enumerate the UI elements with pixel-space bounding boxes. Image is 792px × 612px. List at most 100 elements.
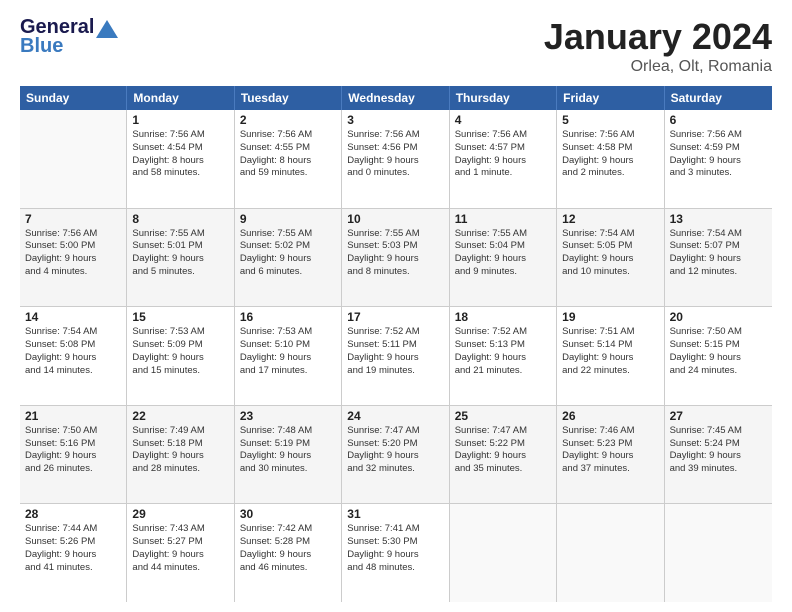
cell-info-line: Sunset: 5:24 PM bbox=[670, 438, 767, 451]
day-number: 23 bbox=[240, 409, 336, 423]
logo: General Blue bbox=[20, 16, 118, 58]
day-number: 10 bbox=[347, 212, 443, 226]
calendar-cell-w3-d4: 17Sunrise: 7:52 AMSunset: 5:11 PMDayligh… bbox=[342, 307, 449, 405]
day-number: 22 bbox=[132, 409, 228, 423]
cell-info-line: and 46 minutes. bbox=[240, 562, 336, 575]
cell-info-line: Sunrise: 7:56 AM bbox=[132, 129, 228, 142]
cell-info-line: Sunrise: 7:48 AM bbox=[240, 425, 336, 438]
cell-info-line: Daylight: 9 hours bbox=[25, 450, 121, 463]
cell-info-line: and 22 minutes. bbox=[562, 365, 658, 378]
cell-info-line: and 37 minutes. bbox=[562, 463, 658, 476]
cell-info-line: Daylight: 9 hours bbox=[562, 155, 658, 168]
day-number: 12 bbox=[562, 212, 658, 226]
cell-info-line: and 21 minutes. bbox=[455, 365, 551, 378]
cell-info-line: and 12 minutes. bbox=[670, 266, 767, 279]
cell-info-line: and 26 minutes. bbox=[25, 463, 121, 476]
calendar-week-4: 21Sunrise: 7:50 AMSunset: 5:16 PMDayligh… bbox=[20, 406, 772, 505]
cell-info-line: and 10 minutes. bbox=[562, 266, 658, 279]
logo-triangle-icon bbox=[96, 20, 118, 38]
day-number: 13 bbox=[670, 212, 767, 226]
calendar-cell-w4-d1: 21Sunrise: 7:50 AMSunset: 5:16 PMDayligh… bbox=[20, 406, 127, 504]
cell-info-line: Daylight: 9 hours bbox=[240, 450, 336, 463]
cell-info-line: Sunrise: 7:56 AM bbox=[455, 129, 551, 142]
cell-info-line: Daylight: 9 hours bbox=[455, 450, 551, 463]
calendar-cell-w1-d1 bbox=[20, 110, 127, 208]
cell-info-line: Sunrise: 7:56 AM bbox=[240, 129, 336, 142]
cell-info-line: Sunrise: 7:53 AM bbox=[132, 326, 228, 339]
cell-info-line: Daylight: 9 hours bbox=[347, 352, 443, 365]
day-number: 21 bbox=[25, 409, 121, 423]
cell-info-line: Daylight: 9 hours bbox=[25, 549, 121, 562]
cell-info-line: Daylight: 9 hours bbox=[132, 352, 228, 365]
cell-info-line: Sunset: 5:30 PM bbox=[347, 536, 443, 549]
cell-info-line: Daylight: 9 hours bbox=[347, 253, 443, 266]
cell-info-line: and 35 minutes. bbox=[455, 463, 551, 476]
cell-info-line: Daylight: 9 hours bbox=[132, 253, 228, 266]
calendar-cell-w2-d2: 8Sunrise: 7:55 AMSunset: 5:01 PMDaylight… bbox=[127, 209, 234, 307]
cell-info-line: Sunset: 4:54 PM bbox=[132, 142, 228, 155]
cell-info-line: Sunrise: 7:55 AM bbox=[240, 228, 336, 241]
cell-info-line: Sunset: 4:58 PM bbox=[562, 142, 658, 155]
calendar-cell-w1-d2: 1Sunrise: 7:56 AMSunset: 4:54 PMDaylight… bbox=[127, 110, 234, 208]
day-number: 17 bbox=[347, 310, 443, 324]
cell-info-line: Sunset: 4:56 PM bbox=[347, 142, 443, 155]
calendar-subtitle: Orlea, Olt, Romania bbox=[544, 58, 772, 76]
cell-info-line: Sunset: 5:15 PM bbox=[670, 339, 767, 352]
cell-info-line: and 3 minutes. bbox=[670, 167, 767, 180]
day-number: 31 bbox=[347, 507, 443, 521]
cell-info-line: Daylight: 9 hours bbox=[670, 155, 767, 168]
cell-info-line: Sunrise: 7:55 AM bbox=[455, 228, 551, 241]
day-number: 3 bbox=[347, 113, 443, 127]
cell-info-line: Sunset: 5:01 PM bbox=[132, 240, 228, 253]
cell-info-line: Sunset: 5:08 PM bbox=[25, 339, 121, 352]
day-number: 24 bbox=[347, 409, 443, 423]
cell-info-line: Sunset: 5:14 PM bbox=[562, 339, 658, 352]
cell-info-line: Sunrise: 7:49 AM bbox=[132, 425, 228, 438]
cell-info-line: Sunrise: 7:45 AM bbox=[670, 425, 767, 438]
cell-info-line: Daylight: 9 hours bbox=[240, 253, 336, 266]
cell-info-line: Sunrise: 7:52 AM bbox=[347, 326, 443, 339]
calendar-week-3: 14Sunrise: 7:54 AMSunset: 5:08 PMDayligh… bbox=[20, 307, 772, 406]
day-number: 7 bbox=[25, 212, 121, 226]
cell-info-line: Sunset: 5:26 PM bbox=[25, 536, 121, 549]
cell-info-line: Sunset: 5:19 PM bbox=[240, 438, 336, 451]
cell-info-line: Daylight: 9 hours bbox=[132, 549, 228, 562]
day-number: 26 bbox=[562, 409, 658, 423]
calendar-cell-w4-d3: 23 Sunrise: 7:48 AMSunset: 5:19 PMDayligh… bbox=[235, 406, 342, 504]
calendar: Sunday Monday Tuesday Wednesday Thursday… bbox=[20, 86, 772, 602]
cell-info-line: and 59 minutes. bbox=[240, 167, 336, 180]
day-number: 11 bbox=[455, 212, 551, 226]
day-number: 18 bbox=[455, 310, 551, 324]
cell-info-line: and 24 minutes. bbox=[670, 365, 767, 378]
calendar-cell-w2-d5: 11Sunrise: 7:55 AMSunset: 5:04 PMDayligh… bbox=[450, 209, 557, 307]
cell-info-line: Sunset: 5:13 PM bbox=[455, 339, 551, 352]
cell-info-line: Daylight: 9 hours bbox=[132, 450, 228, 463]
cell-info-line: and 44 minutes. bbox=[132, 562, 228, 575]
cell-info-line: Sunset: 5:27 PM bbox=[132, 536, 228, 549]
header-monday: Monday bbox=[127, 86, 234, 110]
calendar-cell-w5-d3: 30Sunrise: 7:42 AMSunset: 5:28 PMDayligh… bbox=[235, 504, 342, 602]
logo-blue: Blue bbox=[20, 35, 63, 58]
cell-info-line: Sunrise: 7:55 AM bbox=[132, 228, 228, 241]
calendar-cell-w1-d5: 4Sunrise: 7:56 AMSunset: 4:57 PMDaylight… bbox=[450, 110, 557, 208]
cell-info-line: Daylight: 9 hours bbox=[347, 450, 443, 463]
cell-info-line: Sunrise: 7:52 AM bbox=[455, 326, 551, 339]
cell-info-line: Sunrise: 7:44 AM bbox=[25, 523, 121, 536]
calendar-cell-w1-d6: 5Sunrise: 7:56 AMSunset: 4:58 PMDaylight… bbox=[557, 110, 664, 208]
cell-info-line: and 17 minutes. bbox=[240, 365, 336, 378]
cell-info-line: Sunrise: 7:43 AM bbox=[132, 523, 228, 536]
calendar-cell-w4-d7: 27Sunrise: 7:45 AMSunset: 5:24 PMDayligh… bbox=[665, 406, 772, 504]
cell-info-line: Daylight: 9 hours bbox=[670, 450, 767, 463]
cell-info-line: Daylight: 9 hours bbox=[347, 155, 443, 168]
calendar-title: January 2024 bbox=[544, 16, 772, 58]
cell-info-line: Sunrise: 7:47 AM bbox=[455, 425, 551, 438]
cell-info-line: and 28 minutes. bbox=[132, 463, 228, 476]
cell-info-line: and 15 minutes. bbox=[132, 365, 228, 378]
cell-info-line: Sunrise: 7:41 AM bbox=[347, 523, 443, 536]
calendar-body: 1Sunrise: 7:56 AMSunset: 4:54 PMDaylight… bbox=[20, 110, 772, 602]
cell-info-line: Sunset: 5:23 PM bbox=[562, 438, 658, 451]
calendar-cell-w4-d6: 26Sunrise: 7:46 AMSunset: 5:23 PMDayligh… bbox=[557, 406, 664, 504]
cell-info-line: Sunrise: 7:56 AM bbox=[670, 129, 767, 142]
cell-info-line: Sunrise: 7:56 AM bbox=[562, 129, 658, 142]
cell-info-line: Sunrise: 7:54 AM bbox=[25, 326, 121, 339]
